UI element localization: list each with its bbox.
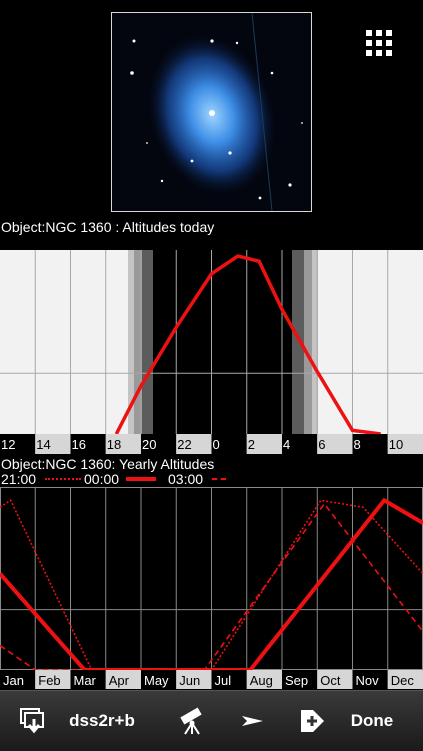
x-tick-label: Jan <box>3 673 24 688</box>
x-tick-label: 18 <box>107 437 121 452</box>
x-tick-label: May <box>144 673 169 688</box>
daily-altitude-chart: 12 14 16 18 20 22 0 2 4 6 8 10 <box>0 250 423 454</box>
x-tick-label: 22 <box>177 437 191 452</box>
x-tick-label: Jul <box>215 673 232 688</box>
x-tick-label: 8 <box>354 437 361 452</box>
x-tick-label: 12 <box>1 437 15 452</box>
x-tick-label: 6 <box>318 437 325 452</box>
x-tick-label: 0 <box>213 437 220 452</box>
x-tick-label: Aug <box>250 673 273 688</box>
x-tick-label: Nov <box>356 673 380 688</box>
x-tick-label: Dec <box>391 673 415 688</box>
telescope-icon[interactable] <box>170 691 214 751</box>
survey-button[interactable]: dss2r+b <box>62 691 142 751</box>
yearly-legend: 21:00 00:00 03:00 <box>0 471 423 487</box>
grid-menu-icon[interactable] <box>366 30 394 58</box>
done-button[interactable]: Done <box>340 691 404 751</box>
x-tick-label: Mar <box>74 673 97 688</box>
daily-chart-caption: Object:NGC 1360 : Altitudes today <box>1 219 215 235</box>
x-tick-label: 16 <box>72 437 86 452</box>
legend-line-dashed <box>212 478 226 480</box>
legend-line-solid <box>126 477 156 481</box>
legend-line-dotted <box>45 478 81 480</box>
yearly-altitude-chart: Jan Feb Mar Apr May Jun Jul Aug Sep Oct Nov Dec <box>0 487 423 689</box>
night-band <box>153 250 292 434</box>
nebula-image <box>112 13 311 211</box>
x-tick-label: Oct <box>320 673 341 688</box>
download-icon[interactable] <box>12 691 56 751</box>
x-tick-label: Sep <box>285 673 308 688</box>
x-tick-label: Feb <box>38 673 60 688</box>
bottom-toolbar: dss2r+b Done <box>0 690 423 751</box>
x-tick-label: Jun <box>179 673 200 688</box>
add-tag-icon[interactable] <box>290 691 334 751</box>
x-tick-label: Apr <box>109 673 130 688</box>
x-tick-label: 4 <box>283 437 290 452</box>
legend-label-0300: 03:00 <box>168 471 204 487</box>
legend-label-2100: 21:00 <box>1 471 37 487</box>
yearly-chart-caption: Object:NGC 1360: Yearly Altitudes <box>1 456 215 472</box>
x-tick-label: 2 <box>248 437 255 452</box>
arrow-icon[interactable] <box>232 691 276 751</box>
x-tick-label: 14 <box>36 437 50 452</box>
legend-label-0000: 00:00 <box>84 471 120 487</box>
x-tick-label: 10 <box>389 437 403 452</box>
object-image[interactable] <box>111 12 312 212</box>
x-tick-label: 20 <box>142 437 156 452</box>
